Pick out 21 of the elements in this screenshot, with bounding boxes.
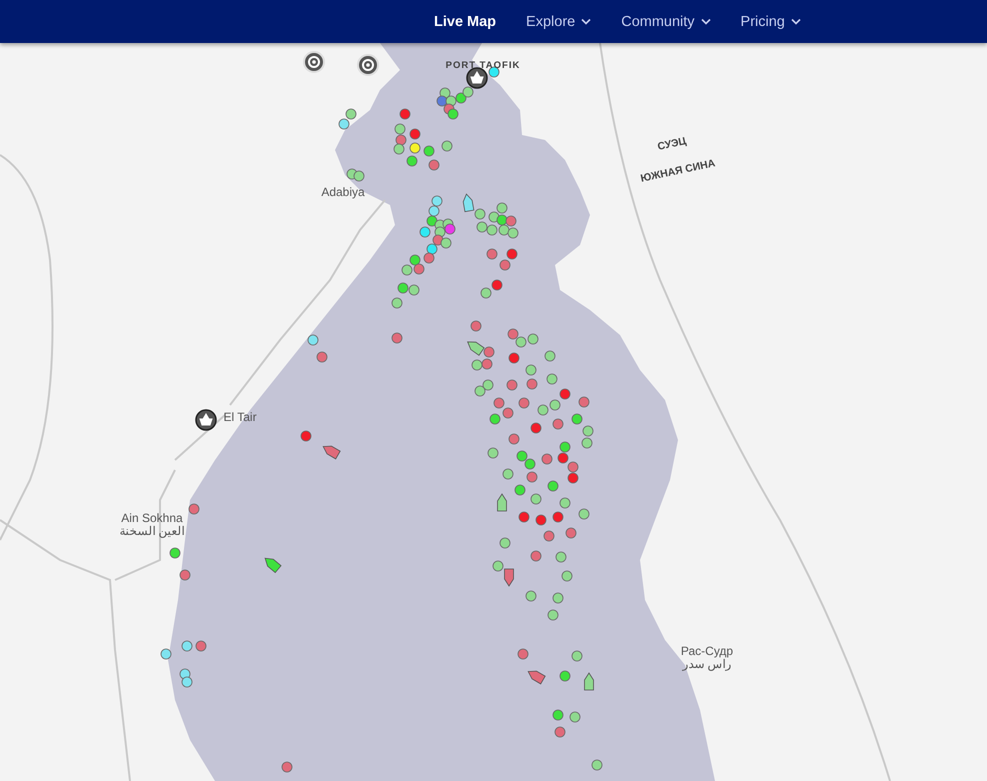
nav-link[interactable]: Explore [518, 8, 600, 36]
nav-link[interactable]: Pricing [732, 8, 809, 36]
port-icon[interactable] [466, 67, 488, 89]
place-label: PORT TAOFIK [446, 59, 520, 72]
nav-link[interactable]: Live Map [426, 8, 504, 36]
ship-icon[interactable] [322, 446, 341, 460]
place-label: راس سدر [682, 658, 732, 671]
place-label: Adabiya [321, 186, 365, 199]
vessel-marker[interactable] [488, 66, 500, 78]
place-label: العين السخنة [119, 525, 185, 538]
place-label: СУЭЦ [656, 135, 688, 154]
ship-icon[interactable] [467, 341, 485, 356]
place-label: Рас-Судр [680, 645, 734, 658]
place-label: ЮЖНАЯ СИНА [639, 157, 717, 186]
nav-link[interactable]: Community [613, 8, 719, 36]
port-icon[interactable] [195, 409, 217, 431]
place-label: Ain Sokhna [121, 512, 183, 525]
place-label: El Tair [223, 411, 257, 424]
ship-icon[interactable] [528, 670, 546, 684]
ship-icon[interactable] [264, 558, 282, 574]
ship-icon[interactable] [462, 193, 474, 212]
